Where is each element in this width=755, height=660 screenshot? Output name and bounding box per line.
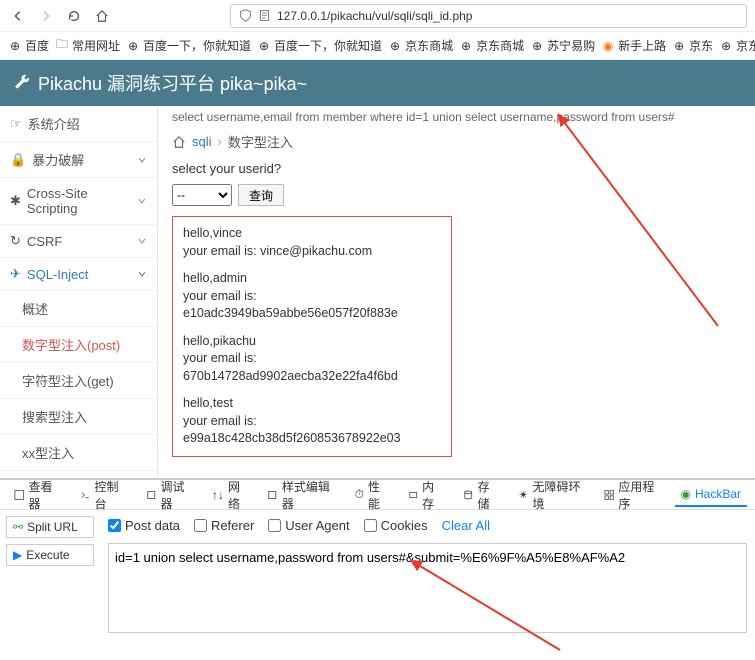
url-text: 127.0.0.1/pikachu/vul/sqli/sqli_id.php [277,9,472,23]
sidebar-item-bruteforce[interactable]: 🔒暴力破解 [0,142,157,178]
userid-select[interactable]: -- [172,184,232,206]
home-icon [172,135,186,149]
sidebar-sub-string[interactable]: 字符型注入(get) [0,363,157,399]
clear-all-link[interactable]: Clear All [442,518,490,533]
leaked-query-text: select username,email from member where … [172,106,741,126]
back-button[interactable] [8,6,28,26]
globe-icon: ⊕ [530,39,544,53]
postdata-checkbox[interactable] [108,519,121,532]
sidebar-sub-search[interactable]: 搜索型注入 [0,399,157,435]
style-icon [267,489,278,501]
execute-button[interactable]: ▶Execute [6,544,94,566]
globe-icon: ⊕ [8,39,22,53]
chevron-down-icon [137,196,147,206]
split-icon: ⚯ [13,520,23,534]
bookmark-item[interactable]: ⊕京东商城 [459,37,524,54]
debugger-icon [146,489,157,501]
app-icon [604,489,615,501]
perf-icon: ⏱ [355,487,364,502]
bookmark-item[interactable]: ⊕京东 [672,37,713,54]
network-icon: ↑↓ [212,488,224,502]
hackbar-icon: ◉ [681,487,691,501]
storage-icon [463,489,473,501]
sidebar-item-intro[interactable]: ☞系统介绍 [0,106,157,142]
ua-checkbox[interactable] [268,519,281,532]
opt-useragent[interactable]: User Agent [268,518,349,533]
bookmark-item[interactable]: 🗀常用网址 [55,37,120,54]
breadcrumb-current: 数字型注入 [228,132,293,151]
firefox-icon: ◉ [601,39,615,53]
page-icon [258,9,271,22]
bug-icon: ✱ [10,193,21,209]
bookmarks-bar: ⊕百度 🗀常用网址 ⊕百度一下，你就知道 ⊕百度一下，你就知道 ⊕京东商城 ⊕京… [0,32,755,60]
reload-button[interactable] [64,6,84,26]
console-icon [80,489,91,501]
globe-icon: ⊕ [126,39,140,53]
hackbar-main: Post data Referer User Agent Cookies Cle… [100,510,755,644]
devtools-panel: 查看器 控制台 调试器 ↑↓网络 样式编辑器 ⏱性能 内存 存储 ✴无障碍环境 … [0,478,755,644]
sidebar-sub-overview[interactable]: 概述 [0,291,157,327]
chevron-down-icon [137,269,147,279]
globe-icon: ⊕ [388,39,402,53]
main-panel: select username,email from member where … [158,106,755,478]
tab-hackbar[interactable]: ◉HackBar [675,483,748,507]
play-icon: ▶ [13,548,22,562]
chevron-down-icon [137,236,147,246]
devtools-tabs: 查看器 控制台 调试器 ↑↓网络 样式编辑器 ⏱性能 内存 存储 ✴无障碍环境 … [0,480,755,510]
hand-icon: ☞ [10,116,22,132]
inspector-icon [14,489,25,501]
home-button[interactable] [92,6,112,26]
memory-icon [408,489,418,501]
query-button[interactable]: 查询 [238,184,284,206]
globe-icon: ⊕ [459,39,473,53]
globe-icon: ⊕ [672,39,686,53]
referer-checkbox[interactable] [194,519,207,532]
sidebar-sub-xx[interactable]: xx型注入 [0,435,157,471]
bookmark-item[interactable]: ⊕京东商城 [388,37,453,54]
bookmark-item[interactable]: ⊕百度一下，你就知道 [126,37,251,54]
globe-icon: ⊕ [257,39,271,53]
url-bar[interactable]: 127.0.0.1/pikachu/vul/sqli/sqli_id.php [230,4,747,28]
browser-nav-bar: 127.0.0.1/pikachu/vul/sqli/sqli_id.php [0,0,755,32]
query-prompt: select your userid? [172,161,741,176]
sidebar-item-xss[interactable]: ✱Cross-Site Scripting [0,178,157,225]
hackbar-side-buttons: ⚯Split URL ▶Execute [0,510,100,644]
options-row: Post data Referer User Agent Cookies Cle… [108,518,747,533]
opt-referer[interactable]: Referer [194,518,254,533]
cookies-checkbox[interactable] [364,519,377,532]
plane-icon: ✈ [10,266,21,282]
breadcrumb-root[interactable]: sqli [192,134,212,149]
refresh-icon: ↻ [10,233,21,249]
sidebar-sub-numeric[interactable]: 数字型注入(post) [0,327,157,363]
result-row: hello,pikachu your email is: 670b14728ad… [183,333,441,386]
lock-icon: 🔒 [10,152,26,168]
results-box: hello,vince your email is: vince@pikachu… [172,216,452,457]
bookmark-item[interactable]: ◉新手上路 [601,37,666,54]
sidebar-item-csrf[interactable]: ↻CSRF [0,225,157,258]
split-url-button[interactable]: ⚯Split URL [6,516,94,538]
forward-button[interactable] [36,6,56,26]
post-data-textarea[interactable]: id=1 union select username,password from… [108,543,747,633]
folder-icon: 🗀 [55,39,69,53]
opt-cookies[interactable]: Cookies [364,518,428,533]
bookmark-item[interactable]: ⊕京东 [719,37,755,54]
breadcrumb: sqli › 数字型注入 [172,126,741,161]
sidebar: ☞系统介绍 🔒暴力破解 ✱Cross-Site Scripting ↻CSRF … [0,106,158,478]
globe-icon: ⊕ [719,39,733,53]
breadcrumb-sep: › [218,134,222,149]
result-row: hello,test your email is: e99a18c428cb38… [183,395,441,448]
bookmark-item[interactable]: ⊕百度一下，你就知道 [257,37,382,54]
chevron-down-icon [137,155,147,165]
wrench-icon [14,74,32,92]
opt-postdata[interactable]: Post data [108,518,180,533]
sidebar-item-sqlinject[interactable]: ✈SQL-Inject [0,258,157,291]
app-header: Pikachu 漏洞练习平台 pika~pika~ [0,60,755,106]
result-row: hello,admin your email is: e10adc3949ba5… [183,270,441,323]
app-title: Pikachu 漏洞练习平台 pika~pika~ [38,70,307,96]
shield-icon [239,9,252,22]
a11y-icon: ✴ [518,488,528,502]
result-row: hello,vince your email is: vince@pikachu… [183,225,441,260]
bookmark-item[interactable]: ⊕百度 [8,37,49,54]
bookmark-item[interactable]: ⊕苏宁易购 [530,37,595,54]
